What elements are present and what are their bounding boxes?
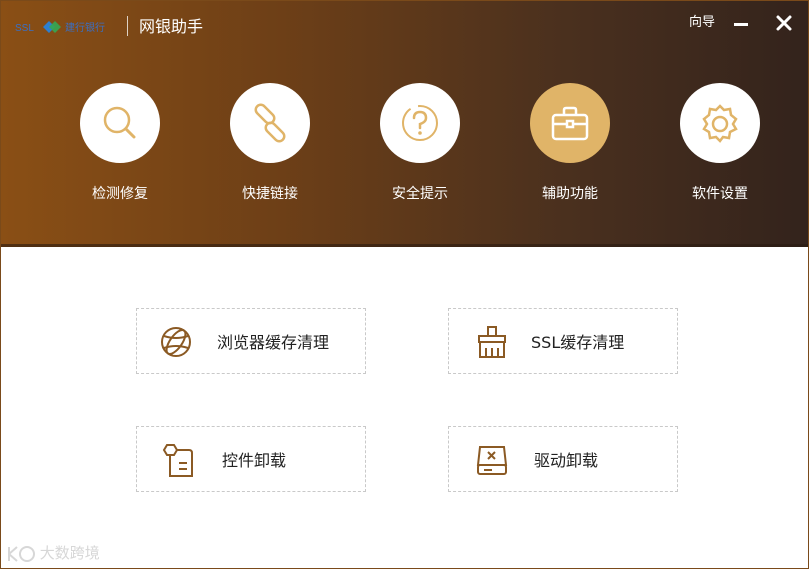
close-icon <box>776 15 792 31</box>
control-uninstall-button[interactable]: 控件卸载 <box>136 426 366 492</box>
nav-security-tips[interactable]: 安全提示 <box>365 83 475 203</box>
toolbox-icon <box>551 106 589 141</box>
card-label: SSL缓存清理 <box>531 333 625 352</box>
browser-cache-clean-button[interactable]: 浏览器缓存清理 <box>136 308 366 374</box>
bank-logo: SSL 建行银行 <box>15 21 105 34</box>
link-icon <box>254 103 286 143</box>
nav-auxiliary[interactable]: 辅助功能 <box>515 83 625 203</box>
card-label: 驱动卸载 <box>534 451 599 470</box>
nav-quick-links[interactable]: 快捷链接 <box>215 83 325 203</box>
search-icon <box>103 106 136 139</box>
nav-label: 安全提示 <box>392 186 448 202</box>
header-divider <box>1 244 808 247</box>
watermark-text: 大数跨境 <box>39 544 100 562</box>
gear-icon <box>702 104 738 143</box>
nav-circle <box>80 83 160 163</box>
question-icon <box>402 105 438 141</box>
logo-text: 建行银行 <box>65 21 105 34</box>
nav-label: 快捷链接 <box>242 186 298 202</box>
card-label: 浏览器缓存清理 <box>217 333 330 352</box>
nav-software-settings[interactable]: 软件设置 <box>665 83 775 203</box>
ssl-cache-clean-button[interactable]: SSL缓存清理 <box>448 308 678 374</box>
minimize-button[interactable] <box>734 15 750 31</box>
svg-text:SSL: SSL <box>15 23 34 34</box>
close-button[interactable] <box>775 14 793 32</box>
app-title: 网银助手 <box>139 17 204 36</box>
watermark: 大数跨境 <box>7 541 100 565</box>
nav-circle <box>230 83 310 163</box>
header-banner: SSL 建行银行 网银助手 向导 检测修复 快捷链接 安全提示 辅助功能 软件设… <box>1 1 808 247</box>
nav-detect-repair[interactable]: 检测修复 <box>65 83 175 203</box>
card-label: 控件卸载 <box>222 451 287 470</box>
drive-icon <box>476 446 508 475</box>
watermark-logo-icon <box>8 545 35 562</box>
nav-label: 软件设置 <box>692 186 748 202</box>
broom-icon <box>478 326 506 358</box>
app-window: SSL 建行银行 网银助手 向导 检测修复 快捷链接 安全提示 辅助功能 软件设… <box>0 0 809 569</box>
nav-circle <box>380 83 460 163</box>
nav-circle <box>680 83 760 163</box>
nav-circle <box>530 83 610 163</box>
globe-icon <box>161 327 191 357</box>
component-icon <box>162 444 193 477</box>
driver-uninstall-button[interactable]: 驱动卸载 <box>448 426 678 492</box>
nav-label: 检测修复 <box>92 186 148 202</box>
title-separator <box>127 16 128 36</box>
nav-label: 辅助功能 <box>542 186 598 202</box>
guide-link[interactable]: 向导 <box>689 14 715 32</box>
